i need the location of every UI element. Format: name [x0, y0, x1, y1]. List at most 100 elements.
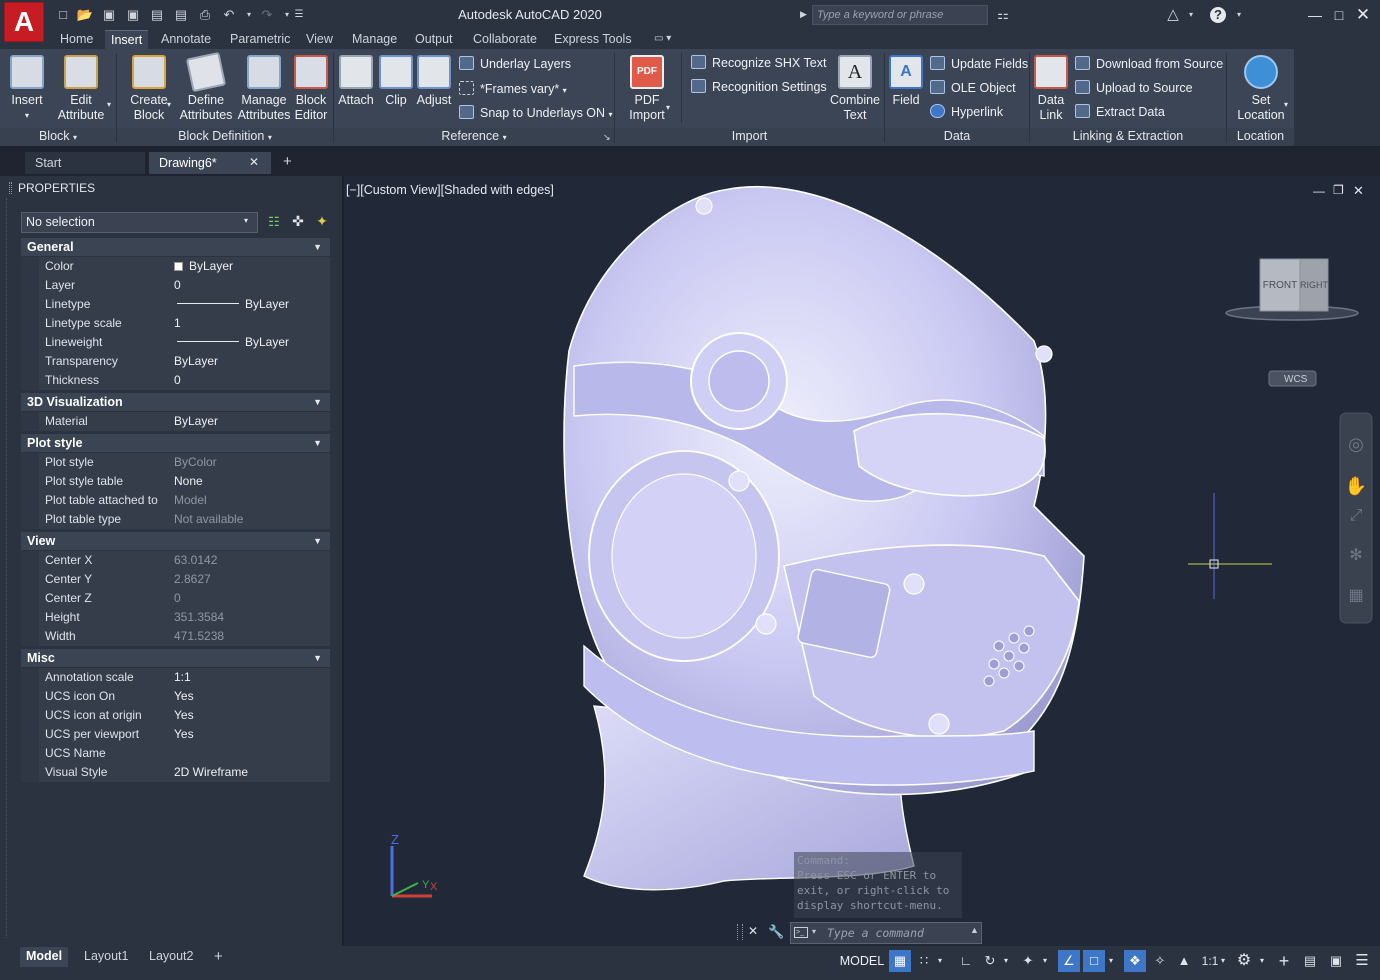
property-row[interactable]: Width 471.5238: [39, 627, 330, 646]
category-plot-style[interactable]: Plot style ▼: [21, 434, 330, 453]
hyperlink-button[interactable]: Hyperlink: [930, 103, 1003, 121]
help-icon[interactable]: ?: [1210, 7, 1226, 23]
data-link-button[interactable]: Data Link: [1033, 55, 1069, 123]
property-row[interactable]: Plot table attached to Model: [39, 491, 330, 510]
edit-attribute-button[interactable]: Edit Attribute: [54, 55, 108, 123]
help-dropdown-icon[interactable]: ▾: [1230, 6, 1248, 24]
new-tab-icon[interactable]: +: [283, 153, 292, 170]
binoculars-icon[interactable]: ⚏: [994, 6, 1012, 24]
property-row[interactable]: Height 351.3584: [39, 608, 330, 627]
undo-dropdown-icon[interactable]: ▾: [240, 6, 258, 24]
close-icon[interactable]: ✕: [1352, 4, 1374, 26]
property-value[interactable]: Yes: [171, 725, 330, 744]
workspace-dropdown-icon[interactable]: ▾: [1255, 950, 1269, 972]
isometric-dropdown-icon[interactable]: ▾: [1038, 950, 1052, 972]
customize-toolbar-icon[interactable]: ☰: [290, 6, 308, 24]
download-from-source-button[interactable]: Download from Source: [1075, 55, 1223, 73]
property-value[interactable]: ByLayer: [171, 257, 330, 276]
open-web-icon[interactable]: ▤: [148, 6, 166, 24]
property-row[interactable]: Center Z0: [39, 589, 330, 608]
reference-dialog-launcher-icon[interactable]: ↘: [603, 132, 611, 143]
panel-reference-title[interactable]: Reference ▾: [334, 128, 614, 146]
ole-object-button[interactable]: OLE Object: [930, 79, 1016, 97]
command-input[interactable]: Type a command: [790, 922, 982, 944]
polar-tracking-dropdown-icon[interactable]: ▾: [999, 950, 1013, 972]
wcs-menu[interactable]: WCS: [1268, 370, 1317, 387]
panel-block-title[interactable]: Block ▾: [0, 128, 116, 146]
property-value[interactable]: 2D Wireframe: [171, 763, 330, 782]
recognition-settings-button[interactable]: Recognition Settings: [691, 78, 827, 96]
grid-display-icon[interactable]: ▦: [889, 950, 911, 972]
snap-to-underlays-dropdown[interactable]: Snap to Underlays ON ▾: [459, 104, 613, 122]
tab-layout2[interactable]: Layout2: [143, 947, 199, 967]
autodesk-account-icon[interactable]: △: [1164, 6, 1182, 24]
define-attributes-button[interactable]: Define Attributes: [178, 51, 234, 123]
property-value[interactable]: ByLayer: [171, 412, 330, 431]
tab-model[interactable]: Model: [20, 947, 69, 967]
property-row[interactable]: Plot style table None: [39, 472, 330, 491]
create-block-dropdown-icon[interactable]: ▾: [167, 100, 171, 109]
toggle-pickadd-icon[interactable]: ☷: [266, 214, 282, 230]
property-value[interactable]: 1:1: [171, 668, 330, 687]
tab-home[interactable]: Home: [54, 30, 99, 49]
isometric-drafting-icon[interactable]: ✦: [1017, 950, 1039, 972]
close-tab-icon[interactable]: ✕: [249, 155, 259, 169]
attach-button[interactable]: Attach: [336, 55, 376, 108]
clip-button[interactable]: Clip: [378, 55, 414, 108]
navigation-bar[interactable]: ◎ ✋ ⤢ ✻ ▦: [1339, 412, 1373, 624]
property-row[interactable]: Lineweight ByLayer: [39, 333, 330, 352]
collapse-arrow-icon[interactable]: ▼: [313, 434, 322, 453]
undo-icon[interactable]: ↶: [220, 6, 238, 24]
property-row[interactable]: UCS icon On Yes: [39, 687, 330, 706]
search-expand-icon[interactable]: ▶: [800, 9, 807, 20]
extract-data-button[interactable]: Extract Data: [1075, 103, 1165, 121]
object-snap-icon[interactable]: □: [1083, 950, 1105, 972]
model-space-button[interactable]: MODEL: [838, 950, 886, 972]
annotation-scale-icon[interactable]: ▲: [1173, 950, 1195, 972]
annotation-scale-dropdown-icon[interactable]: ▾: [1217, 950, 1229, 972]
tab-annotate[interactable]: Annotate: [155, 30, 217, 49]
tab-insert[interactable]: Insert: [105, 30, 149, 49]
save-web-icon[interactable]: ▤: [172, 6, 190, 24]
frames-vary-dropdown[interactable]: *Frames vary* ▾: [459, 80, 567, 98]
command-grip-icon[interactable]: [737, 924, 743, 940]
category-misc[interactable]: Misc ▼: [21, 649, 330, 668]
set-location-dropdown-icon[interactable]: ▾: [1284, 100, 1288, 109]
customization-menu-icon[interactable]: ☰: [1351, 950, 1373, 972]
combine-text-button[interactable]: A Combine Text: [828, 55, 882, 123]
tab-manage[interactable]: Manage: [346, 30, 403, 49]
property-row[interactable]: Plot style ByColor: [39, 453, 330, 472]
orbit-icon[interactable]: ✻: [1349, 547, 1362, 564]
property-row[interactable]: Visual Style 2D Wireframe: [39, 763, 330, 782]
new-file-icon[interactable]: □: [54, 6, 72, 24]
block-editor-button[interactable]: Block Editor: [292, 55, 330, 123]
category-view[interactable]: View ▼: [21, 532, 330, 551]
set-location-button[interactable]: Set Location: [1230, 55, 1292, 123]
command-customize-icon[interactable]: 🔧: [768, 924, 784, 940]
showmotion-icon[interactable]: ▦: [1348, 587, 1363, 604]
tab-view[interactable]: View: [300, 30, 339, 49]
property-row[interactable]: Annotation scale 1:1: [39, 668, 330, 687]
category-3d-visualization[interactable]: 3D Visualization ▼: [21, 393, 330, 412]
edit-attribute-dropdown-icon[interactable]: ▾: [107, 100, 111, 109]
tab-layout1[interactable]: Layout1: [78, 947, 134, 967]
underlay-layers-button[interactable]: Underlay Layers: [459, 55, 571, 73]
pdf-import-dropdown-icon[interactable]: ▾: [666, 103, 670, 112]
command-prompt-icon[interactable]: >_: [794, 927, 808, 938]
pan-icon[interactable]: ✋: [1345, 475, 1367, 496]
insert-button[interactable]: Insert ▾: [6, 55, 48, 123]
manage-attributes-button[interactable]: Manage Attributes: [236, 55, 292, 123]
property-row[interactable]: Linetype ByLayer: [39, 295, 330, 314]
property-row[interactable]: Transparency ByLayer: [39, 352, 330, 371]
workspace-gear-icon[interactable]: ⚙: [1233, 950, 1255, 972]
command-history-toggle-icon[interactable]: ▲: [970, 925, 979, 935]
annotation-visibility-icon[interactable]: ❖: [1124, 950, 1146, 972]
snap-mode-icon[interactable]: ∷: [913, 950, 935, 972]
palette-side-grip[interactable]: [6, 198, 16, 938]
property-value[interactable]: Yes: [171, 706, 330, 725]
ortho-mode-icon[interactable]: ∟: [955, 950, 977, 972]
application-menu-button[interactable]: A: [4, 2, 44, 42]
tab-collaborate[interactable]: Collaborate: [467, 30, 543, 49]
upload-to-source-button[interactable]: Upload to Source: [1075, 79, 1193, 97]
field-button[interactable]: A Field: [888, 55, 924, 108]
